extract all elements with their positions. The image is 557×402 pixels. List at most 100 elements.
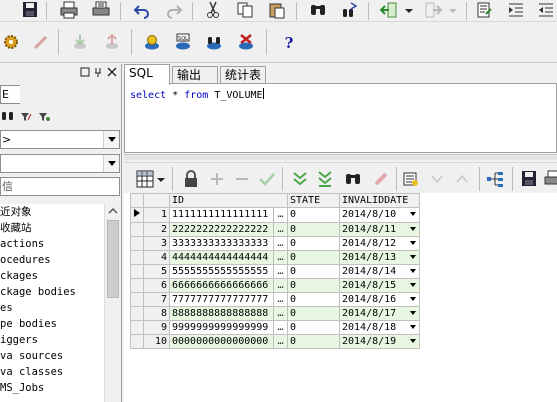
delete-row-icon[interactable] (231, 169, 253, 189)
cell-state[interactable]: 0 (287, 306, 340, 321)
print-icon[interactable] (58, 0, 80, 20)
gears-icon[interactable] (0, 32, 22, 52)
tree-item[interactable]: iggers (0, 332, 104, 348)
column-header-state[interactable]: STATE (287, 193, 340, 208)
clear-record-icon[interactable] (370, 169, 392, 189)
tab-sql[interactable]: SQL (124, 64, 170, 85)
cell-state[interactable]: 0 (287, 222, 340, 237)
apply-filter-icon[interactable] (38, 110, 50, 122)
tab-statistics[interactable]: 统计表 (220, 66, 266, 84)
cell-edit-button[interactable]: … (273, 278, 288, 293)
tree-item[interactable]: va classes (0, 364, 104, 380)
object-filter-input[interactable]: 信 (0, 177, 120, 196)
table-row[interactable]: 8 8888888888888888… 0 2014/8/17 (130, 306, 420, 321)
cell-state[interactable]: 0 (287, 236, 340, 251)
download-icon[interactable] (69, 32, 91, 52)
cell-invaliddate[interactable]: 2014/8/10 (339, 207, 420, 223)
table-row[interactable]: 5 5555555555555555… 0 2014/8/14 (130, 264, 420, 279)
cell-edit-button[interactable]: … (273, 207, 288, 223)
indent-icon[interactable] (505, 0, 527, 20)
scroll-thumb[interactable] (107, 220, 119, 298)
unindent-icon[interactable] (535, 0, 557, 20)
query-by-example-icon[interactable] (342, 169, 364, 189)
print-preview-icon[interactable] (90, 0, 112, 20)
schema-input[interactable]: E (0, 85, 20, 104)
cell-edit-button[interactable]: … (273, 264, 288, 279)
cell-id[interactable]: 5555555555555555 (169, 264, 274, 279)
find-icon[interactable] (307, 0, 329, 20)
date-dropdown-icon[interactable] (410, 269, 416, 273)
single-record-view-icon[interactable] (400, 169, 422, 189)
tree-item[interactable]: actions (0, 236, 104, 252)
previous-record-icon[interactable] (426, 169, 448, 189)
table-row[interactable]: 4 4444444444444444… 0 2014/8/13 (130, 250, 420, 265)
cell-edit-button[interactable]: … (273, 320, 288, 335)
cell-state[interactable]: 0 (287, 334, 340, 349)
forward-dropdown-icon[interactable] (447, 0, 459, 20)
export-save-icon[interactable] (518, 169, 540, 189)
table-row[interactable]: 1 1111111111111111… 0 2014/8/10 (130, 207, 420, 223)
cell-edit-button[interactable]: … (273, 306, 288, 321)
cell-invaliddate[interactable]: 2014/8/18 (339, 320, 420, 335)
cell-id[interactable]: 0000000000000000 (169, 334, 274, 349)
cut-icon[interactable] (202, 0, 224, 20)
find-next-icon[interactable] (339, 0, 361, 20)
help-icon[interactable]: ? (278, 32, 300, 52)
table-row[interactable]: 9 9999999999999999… 0 2014/8/18 (130, 320, 420, 335)
cell-id[interactable]: 1111111111111111 (169, 207, 274, 223)
close-panel-icon[interactable] (107, 67, 117, 80)
add-row-icon[interactable] (206, 169, 228, 189)
cell-edit-button[interactable]: … (273, 236, 288, 251)
tree-item[interactable]: 收藏站 (0, 220, 104, 236)
cell-edit-button[interactable]: … (273, 334, 288, 349)
tree-item[interactable]: ocedures (0, 252, 104, 268)
cell-invaliddate[interactable]: 2014/8/11 (339, 222, 420, 237)
grid-dropdown-icon[interactable] (156, 169, 166, 189)
object-type-select[interactable] (0, 154, 120, 173)
float-panel-icon[interactable] (80, 67, 90, 80)
chevron-down-icon[interactable] (103, 155, 119, 172)
tree-item[interactable]: pe bodies (0, 316, 104, 332)
date-dropdown-icon[interactable] (410, 297, 416, 301)
cell-id[interactable]: 3333333333333333 (169, 236, 274, 251)
wand-icon[interactable] (30, 32, 52, 52)
cell-state[interactable]: 0 (287, 278, 340, 293)
sql-editor[interactable]: select * from T_VOLUME (124, 83, 557, 153)
table-row[interactable]: 2 2222222222222222… 0 2014/8/11 (130, 222, 420, 237)
cell-state[interactable]: 0 (287, 292, 340, 307)
cell-invaliddate[interactable]: 2014/8/16 (339, 292, 420, 307)
fetch-last-icon[interactable] (314, 169, 336, 189)
tree-item[interactable]: MS_Jobs (0, 380, 104, 396)
cell-edit-button[interactable]: … (273, 250, 288, 265)
redo-icon[interactable] (163, 0, 185, 20)
tree-structure-icon[interactable] (484, 169, 506, 189)
cell-edit-button[interactable]: … (273, 222, 288, 237)
tree-item[interactable]: es (0, 300, 104, 316)
chevron-down-icon[interactable] (103, 131, 119, 148)
save-icon[interactable] (19, 0, 41, 20)
column-header-id[interactable]: ID (169, 193, 288, 208)
copy-icon[interactable] (234, 0, 256, 20)
cell-id[interactable]: 8888888888888888 (169, 306, 274, 321)
table-row[interactable]: 7 7777777777777777… 0 2014/8/16 (130, 292, 420, 307)
date-dropdown-icon[interactable] (410, 227, 416, 231)
post-changes-icon[interactable] (256, 169, 278, 189)
cell-state[interactable]: 0 (287, 250, 340, 265)
db-run-icon[interactable] (203, 32, 225, 52)
cell-edit-button[interactable]: … (273, 292, 288, 307)
upload-icon[interactable] (101, 32, 123, 52)
date-dropdown-icon[interactable] (410, 212, 416, 216)
tree-scrollbar[interactable] (104, 204, 121, 402)
cell-invaliddate[interactable]: 2014/8/14 (339, 264, 420, 279)
cell-state[interactable]: 0 (287, 207, 340, 223)
cell-state[interactable]: 0 (287, 264, 340, 279)
date-dropdown-icon[interactable] (410, 283, 416, 287)
sql-query-icon[interactable]: SQL (172, 32, 194, 52)
cell-invaliddate[interactable]: 2014/8/13 (339, 250, 420, 265)
db-stop-icon[interactable] (235, 32, 257, 52)
cell-id[interactable]: 9999999999999999 (169, 320, 274, 335)
db-commit-icon[interactable] (141, 32, 163, 52)
forward-icon[interactable] (422, 0, 444, 20)
owner-select[interactable]: > (0, 130, 120, 149)
cell-invaliddate[interactable]: 2014/8/19 (339, 334, 420, 349)
